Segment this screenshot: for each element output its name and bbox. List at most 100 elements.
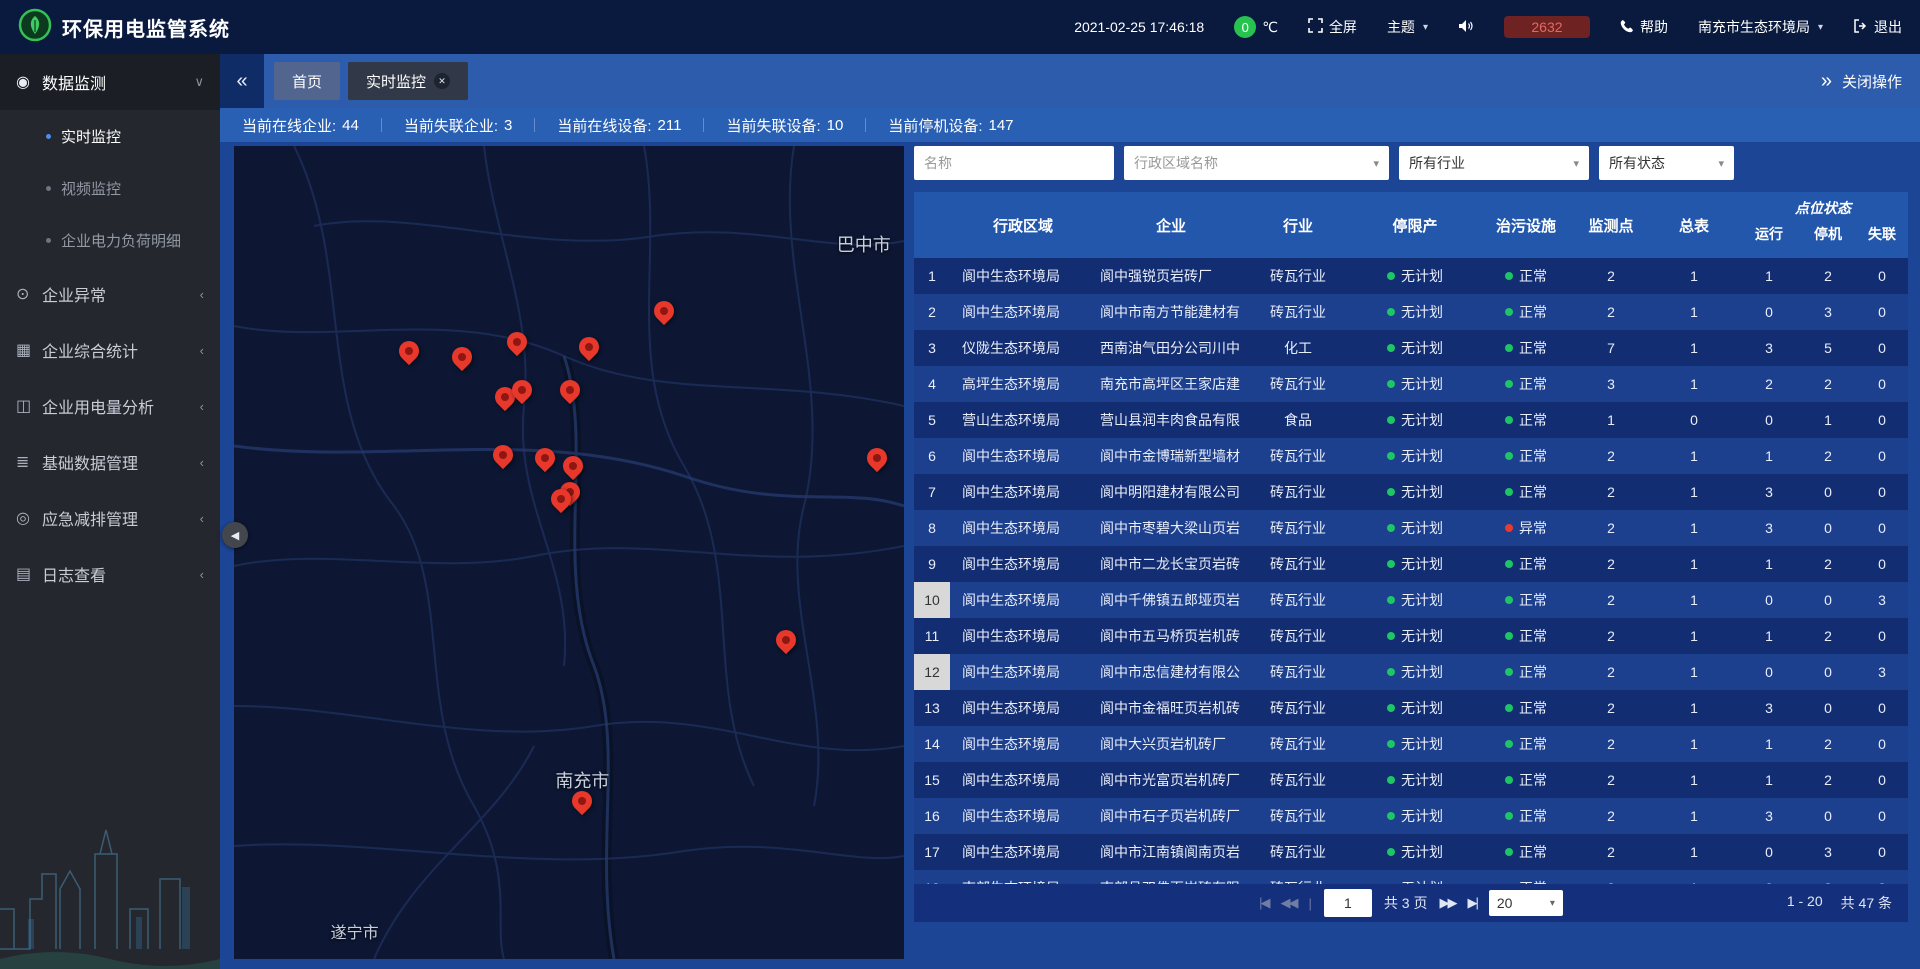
speaker-icon <box>1458 19 1474 36</box>
cell-offline: 0 <box>1856 510 1908 546</box>
tab-realtime-monitor[interactable]: 实时监控 ✕ <box>348 62 468 100</box>
status-dot-green-icon <box>1505 632 1513 640</box>
table-row[interactable]: 12阆中生态环境局阆中市忠信建材有限公砖瓦行业无计划正常21003 <box>914 654 1908 690</box>
table-row[interactable]: 16阆中生态环境局阆中市石子页岩机砖厂砖瓦行业无计划正常21300 <box>914 798 1908 834</box>
logout-button[interactable]: 退出 <box>1853 17 1902 37</box>
status-dot-green-icon <box>1387 776 1395 784</box>
table-row[interactable]: 6阆中生态环境局阆中市金博瑞新型墙材砖瓦行业无计划正常21120 <box>914 438 1908 474</box>
cell-region: 阆中生态环境局 <box>950 834 1096 870</box>
sidebar-group-label: 企业用电量分析 <box>42 394 200 418</box>
name-search-input[interactable] <box>914 146 1114 180</box>
cell-industry: 砖瓦行业 <box>1246 510 1350 546</box>
bullet-icon <box>46 238 51 243</box>
cell-offline: 0 <box>1856 438 1908 474</box>
bullet-icon <box>46 186 51 191</box>
status-select-value: 所有状态 <box>1609 153 1665 173</box>
datetime: 2021-02-25 17:46:18 <box>1074 19 1204 35</box>
alarm-speaker-button[interactable] <box>1458 19 1474 36</box>
cell-points: 2 <box>1572 870 1650 884</box>
cell-industry: 砖瓦行业 <box>1246 366 1350 402</box>
sidebar-item-实时监控[interactable]: 实时监控 <box>0 110 220 162</box>
industry-select[interactable]: 所有行业 ▾ <box>1399 146 1589 180</box>
cell-offline: 0 <box>1856 762 1908 798</box>
sidebar-item-视频监控[interactable]: 视频监控 <box>0 162 220 214</box>
table-row[interactable]: 7阆中生态环境局阆中明阳建材有限公司砖瓦行业无计划正常21300 <box>914 474 1908 510</box>
cell-facility: 正常 <box>1480 402 1572 438</box>
table-row[interactable]: 17阆中生态环境局阆中市江南镇阆南页岩砖瓦行业无计划正常21030 <box>914 834 1908 870</box>
last-page-button[interactable]: ▶| <box>1467 895 1476 911</box>
sidebar-group-5[interactable]: ◎应急减排管理‹ <box>0 490 220 546</box>
cell-region: 阆中生态环境局 <box>950 654 1096 690</box>
sidebar-group-2[interactable]: ▦企业综合统计‹ <box>0 322 220 378</box>
sidebar-group-6[interactable]: ▤日志查看‹ <box>0 546 220 602</box>
logout-icon <box>1853 19 1868 36</box>
cell-meters: 1 <box>1650 258 1738 294</box>
next-page-button[interactable]: ▶▶ <box>1439 895 1455 911</box>
stat-item: 当前失联企业:3 <box>404 115 513 136</box>
table-row[interactable]: 14阆中生态环境局阆中大兴页岩机砖厂砖瓦行业无计划正常21120 <box>914 726 1908 762</box>
cell-company: 南部县双佛页岩砖有限 <box>1096 870 1246 884</box>
sidebar-group-3[interactable]: ◫企业用电量分析‹ <box>0 378 220 434</box>
tab-close-icon[interactable]: ✕ <box>434 73 450 89</box>
sidebar-group-0[interactable]: ◉数据监测∨ <box>0 54 220 110</box>
tab-scroll-right-button[interactable]: » <box>1821 70 1832 93</box>
cell-production: 无计划 <box>1350 726 1480 762</box>
cell-region: 南部生态环境局 <box>950 870 1096 884</box>
fullscreen-button[interactable]: 全屏 <box>1308 17 1357 37</box>
page-number-input[interactable] <box>1324 889 1372 917</box>
cell-industry: 砖瓦行业 <box>1246 474 1350 510</box>
table-row[interactable]: 1阆中生态环境局阆中强锐页岩砖厂砖瓦行业无计划正常21120 <box>914 258 1908 294</box>
cell-industry: 砖瓦行业 <box>1246 618 1350 654</box>
chevron-left-icon: ‹ <box>200 343 204 358</box>
table-row[interactable]: 10阆中生态环境局阆中千佛镇五郎垭页岩砖瓦行业无计划正常21003 <box>914 582 1908 618</box>
stat-label: 当前停机设备: <box>888 115 982 136</box>
cell-region: 阆中生态环境局 <box>950 294 1096 330</box>
emergency-icon: ◎ <box>16 508 42 528</box>
table-row[interactable]: 5营山生态环境局营山县润丰肉食品有限食品无计划正常10010 <box>914 402 1908 438</box>
sidebar-group-4[interactable]: ≣基础数据管理‹ <box>0 434 220 490</box>
table-row[interactable]: 15阆中生态环境局阆中市光富页岩机砖厂砖瓦行业无计划正常21120 <box>914 762 1908 798</box>
page-size-select[interactable]: 20 ▾ <box>1489 890 1563 916</box>
region-select[interactable]: 行政区域名称 ▾ <box>1124 146 1389 180</box>
table-row[interactable]: 13阆中生态环境局阆中市金福旺页岩机砖砖瓦行业无计划正常21300 <box>914 690 1908 726</box>
prev-page-button[interactable]: ◀◀ <box>1281 895 1297 911</box>
sidebar-item-企业电力负荷明细[interactable]: 企业电力负荷明细 <box>0 214 220 266</box>
table-row[interactable]: 3仪陇生态环境局西南油气田分公司川中化工无计划正常71350 <box>914 330 1908 366</box>
cell-points: 2 <box>1572 294 1650 330</box>
cell-region: 阆中生态环境局 <box>950 690 1096 726</box>
cell-offline: 0 <box>1856 258 1908 294</box>
cell-facility: 正常 <box>1480 834 1572 870</box>
sidebar-group-label: 企业异常 <box>42 282 200 306</box>
sidebar: ◉数据监测∨实时监控视频监控企业电力负荷明细⊙企业异常‹▦企业综合统计‹◫企业用… <box>0 54 220 969</box>
tab-scroll-left-button[interactable]: « <box>220 54 264 108</box>
map-roads-decoration <box>234 146 904 959</box>
status-select[interactable]: 所有状态 ▾ <box>1599 146 1734 180</box>
status-dot-green-icon <box>1387 380 1395 388</box>
row-range-label: 1 - 20 <box>1787 893 1823 913</box>
table-row[interactable]: 18南部生态环境局南部县双佛页岩砖有限砖瓦行业无计划正常21030 <box>914 870 1908 884</box>
table-row[interactable]: 4高坪生态环境局南充市高坪区王家店建砖瓦行业无计划正常31220 <box>914 366 1908 402</box>
sidebar-group-label: 日志查看 <box>42 562 200 586</box>
org-dropdown[interactable]: 南充市生态环境局 ▾ <box>1698 17 1823 37</box>
chevron-down-icon: ▾ <box>1718 157 1724 170</box>
cell-production: 无计划 <box>1350 438 1480 474</box>
table-row[interactable]: 8阆中生态环境局阆中市枣碧大梁山页岩砖瓦行业无计划异常21300 <box>914 510 1908 546</box>
table-row[interactable]: 9阆中生态环境局阆中市二龙长宝页岩砖砖瓦行业无计划正常21120 <box>914 546 1908 582</box>
cell-running: 3 <box>1738 798 1800 834</box>
help-button[interactable]: 帮助 <box>1620 17 1668 37</box>
sidebar-group-label: 企业综合统计 <box>42 338 200 362</box>
theme-dropdown[interactable]: 主题 ▾ <box>1387 17 1428 37</box>
table-row[interactable]: 2阆中生态环境局阆中市南方节能建材有砖瓦行业无计划正常21030 <box>914 294 1908 330</box>
tab-home[interactable]: 首页 <box>274 62 340 100</box>
map-collapse-handle[interactable]: ◀ <box>222 522 248 548</box>
cell-stopped: 0 <box>1800 582 1856 618</box>
close-operations-button[interactable]: 关闭操作 <box>1842 71 1902 92</box>
map-panel[interactable]: 巴中市南充市遂宁市 <box>234 146 904 959</box>
chevron-left-icon: ‹ <box>200 287 204 302</box>
cell-meters: 1 <box>1650 870 1738 884</box>
first-page-button[interactable]: |◀ <box>1259 895 1268 911</box>
cell-meters: 0 <box>1650 402 1738 438</box>
alert-count-badge[interactable]: 2632 <box>1504 16 1590 38</box>
sidebar-group-1[interactable]: ⊙企业异常‹ <box>0 266 220 322</box>
table-row[interactable]: 11阆中生态环境局阆中市五马桥页岩机砖砖瓦行业无计划正常21120 <box>914 618 1908 654</box>
